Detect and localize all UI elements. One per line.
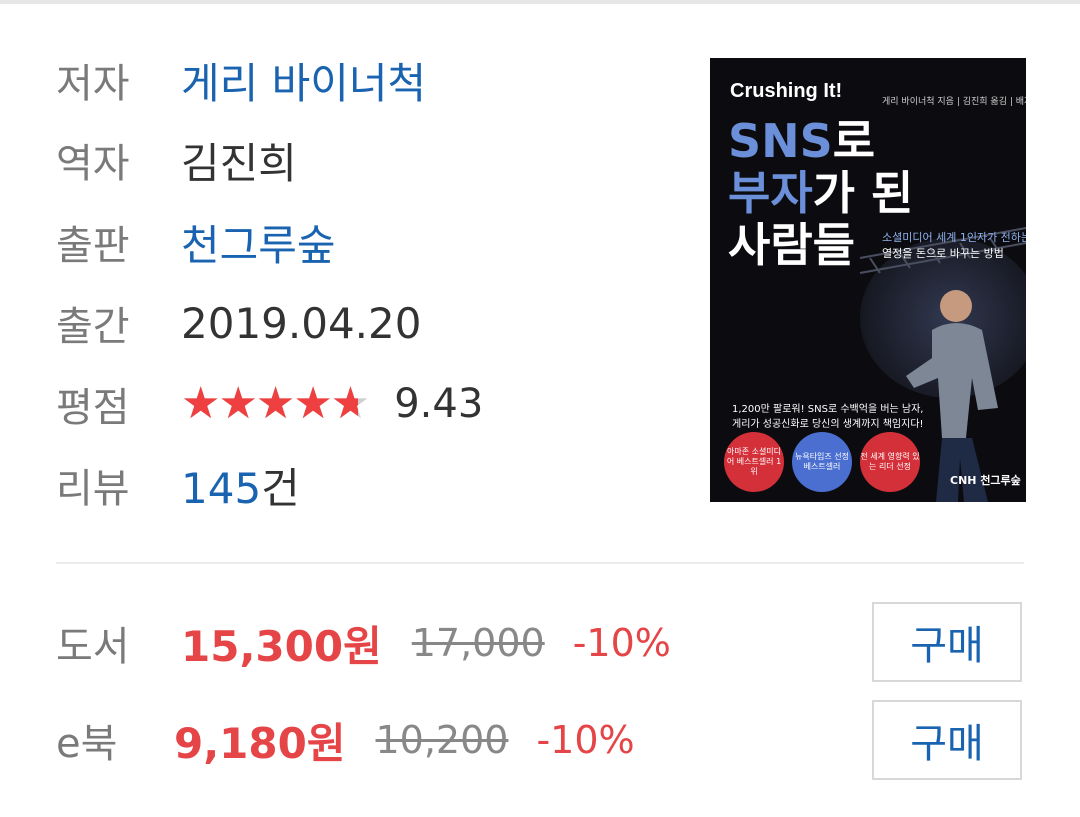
star-rating: ★★★★★ ★★★★★ bbox=[181, 382, 370, 426]
top-divider bbox=[0, 0, 1080, 4]
release-date: 2019.04.20 bbox=[181, 298, 422, 348]
cover-publisher-logo: CNH 천그루숲 bbox=[950, 474, 1021, 487]
buy-ebook-button[interactable]: 구매 bbox=[872, 700, 1022, 780]
cover-title-rest2: 가 된 bbox=[812, 166, 914, 220]
cover-tagline: 1,200만 팔로워! SNS로 수백억을 버는 남자, 게리가 성공신화로 당… bbox=[732, 402, 924, 432]
cover-title-line3: 사람들 bbox=[728, 218, 855, 272]
rating-score: 9.43 bbox=[394, 381, 484, 427]
reviews-link[interactable]: 145건 bbox=[181, 455, 300, 516]
translator-label: 역자 bbox=[56, 141, 130, 187]
cover-tagline-line2: 게리가 성공신화로 당신의 생계까지 책임지다! bbox=[732, 419, 924, 430]
publisher-row: 출판 천그루숲 bbox=[56, 212, 336, 272]
author-link[interactable]: 게리 바이너척 bbox=[181, 50, 426, 111]
rating-label: 평점 bbox=[56, 385, 130, 431]
cover-badge-leader: 전 세계 영향력 있는 리더 선정 bbox=[860, 432, 920, 492]
release-label: 출간 bbox=[56, 304, 130, 350]
cover-english-title: Crushing It! bbox=[730, 80, 843, 102]
star-rating-filled: ★★★★★ bbox=[181, 382, 358, 426]
reviews-row: 리뷰 145건 bbox=[56, 455, 300, 515]
print-sale-price: 15,300원 bbox=[181, 621, 382, 671]
translator-row: 역자 김진희 bbox=[56, 130, 297, 190]
ebook-price-row: e북 9,180원 10,200 -10% bbox=[56, 705, 635, 775]
cover-badge-amazon: 아마존 소셜미디어 베스트셀러 1위 bbox=[724, 432, 784, 492]
cover-title-line1: SNS로 bbox=[728, 118, 875, 164]
print-label: 도서 bbox=[56, 624, 130, 670]
book-cover[interactable]: Crushing It! 게리 바이너척 지음 | 김진희 옮김 | 배지난 감… bbox=[710, 58, 1026, 502]
print-price-row: 도서 15,300원 17,000 -10% bbox=[56, 608, 671, 678]
cover-subtitle: 소셜미디어 세계 1인자가 전하는 열정을 돈으로 바꾸는 방법 bbox=[882, 230, 1026, 262]
translator-value: 김진희 bbox=[181, 138, 297, 188]
author-label: 저자 bbox=[56, 61, 130, 107]
publisher-link[interactable]: 천그루숲 bbox=[181, 212, 336, 273]
reviews-count: 145 bbox=[181, 463, 262, 513]
cover-title-line2: 부자가 된 bbox=[728, 170, 913, 216]
reviews-label: 리뷰 bbox=[56, 466, 130, 512]
reviews-unit: 건 bbox=[261, 463, 300, 513]
cover-badge-nyt: 뉴욕타임즈 선정 베스트셀러 bbox=[792, 432, 852, 492]
ebook-label: e북 bbox=[56, 721, 118, 767]
rating-row: 평점 ★★★★★ ★★★★★ 9.43 bbox=[56, 374, 483, 434]
ebook-discount: -10% bbox=[536, 718, 635, 762]
cover-title-accent2: 부자 bbox=[728, 166, 813, 220]
cover-title-accent1: SNS bbox=[728, 114, 833, 168]
section-divider bbox=[56, 562, 1024, 564]
author-row: 저자 게리 바이너척 bbox=[56, 50, 426, 110]
cover-subtitle-line2: 열정을 돈으로 바꾸는 방법 bbox=[882, 247, 1004, 260]
cover-credits: 게리 바이너척 지음 | 김진희 옮김 | 배지난 감수 bbox=[882, 97, 1026, 107]
publisher-label: 출판 bbox=[56, 223, 130, 269]
release-row: 출간 2019.04.20 bbox=[56, 293, 421, 353]
cover-title-rest1: 로 bbox=[832, 114, 876, 168]
ebook-original-price: 10,200 bbox=[375, 718, 509, 762]
cover-tagline-line1: 1,200만 팔로워! SNS로 수백억을 버는 남자, bbox=[732, 404, 924, 415]
cover-subtitle-line1: 소셜미디어 세계 1인자가 전하는 bbox=[882, 231, 1026, 244]
print-original-price: 17,000 bbox=[411, 621, 545, 665]
ebook-sale-price: 9,180원 bbox=[174, 718, 346, 768]
print-discount: -10% bbox=[572, 621, 671, 665]
buy-print-button[interactable]: 구매 bbox=[872, 602, 1022, 682]
